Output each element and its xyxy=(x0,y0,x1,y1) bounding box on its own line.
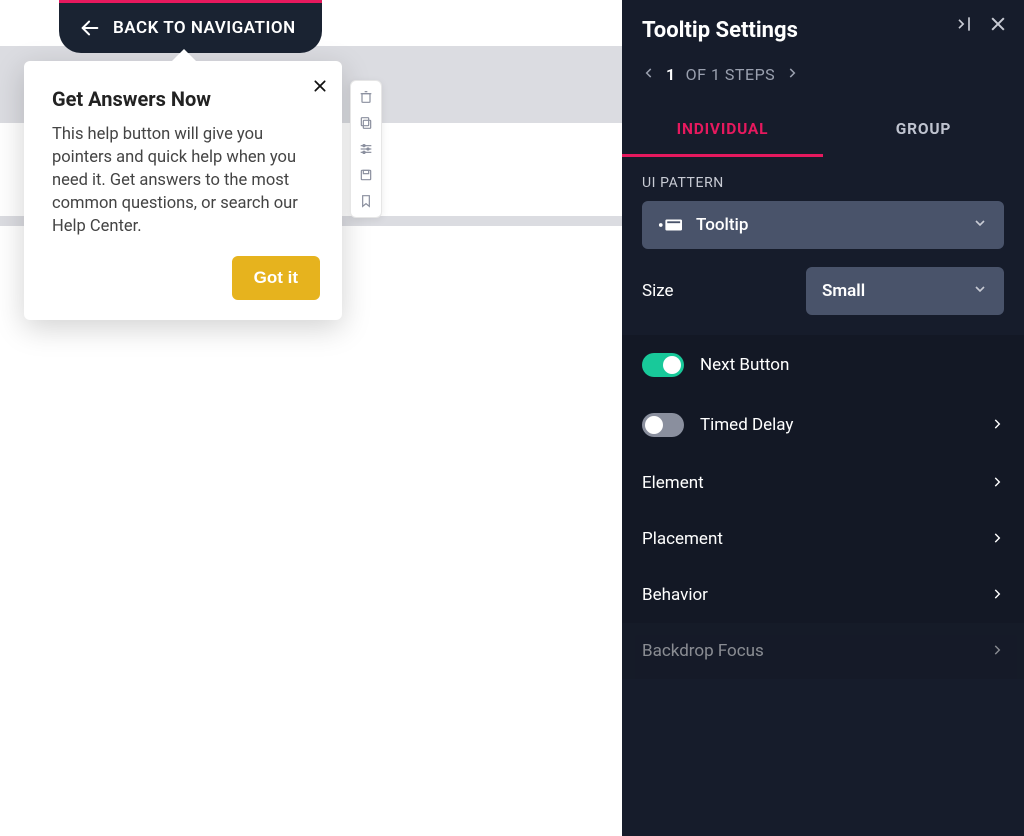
behavior-label: Behavior xyxy=(642,585,990,605)
placement-label: Placement xyxy=(642,529,990,549)
step-suffix: OF 1 STEPS xyxy=(686,65,776,84)
step-navigator: 1 OF 1 STEPS xyxy=(622,43,1024,84)
settings-panel: Tooltip Settings 1 OF 1 STEPS INDIVIDUAL… xyxy=(622,0,1024,836)
chevron-right-icon xyxy=(785,66,799,80)
size-section: Size Small xyxy=(622,249,1024,335)
close-tooltip-button[interactable] xyxy=(312,75,328,99)
timed-delay-toggle[interactable] xyxy=(642,413,684,437)
tooltip-icon xyxy=(658,216,682,234)
save-icon xyxy=(358,167,374,183)
size-value: Small xyxy=(822,281,865,301)
step-number: 1 xyxy=(666,65,676,84)
chevron-right-icon xyxy=(990,416,1004,435)
back-label: BACK TO NAVIGATION xyxy=(113,18,296,38)
ui-pattern-section: UI PATTERN Tooltip xyxy=(622,157,1024,249)
settings-list: Next Button Timed Delay Element Placemen… xyxy=(622,335,1024,679)
size-label: Size xyxy=(642,281,674,301)
delete-button[interactable] xyxy=(356,87,376,107)
next-button-setting[interactable]: Next Button xyxy=(622,335,1024,395)
tab-individual[interactable]: INDIVIDUAL xyxy=(622,104,823,157)
timed-delay-setting[interactable]: Timed Delay xyxy=(622,395,1024,455)
tooltip-title: Get Answers Now xyxy=(52,87,320,111)
close-panel-button[interactable] xyxy=(988,14,1008,34)
collapse-panel-button[interactable] xyxy=(954,14,974,34)
behavior-setting[interactable]: Behavior xyxy=(622,567,1024,623)
duplicate-button[interactable] xyxy=(356,113,376,133)
element-setting[interactable]: Element xyxy=(622,455,1024,511)
backdrop-focus-setting[interactable]: Backdrop Focus xyxy=(622,623,1024,679)
ui-pattern-dropdown[interactable]: Tooltip xyxy=(642,201,1004,249)
element-label: Element xyxy=(642,473,990,493)
chevron-right-icon xyxy=(990,642,1004,661)
tab-group[interactable]: GROUP xyxy=(823,104,1024,157)
back-to-navigation-button[interactable]: BACK TO NAVIGATION xyxy=(59,0,322,53)
ui-pattern-label: UI PATTERN xyxy=(642,175,1004,191)
prev-step-button[interactable] xyxy=(642,65,656,84)
settings-button[interactable] xyxy=(356,139,376,159)
tooltip-preview: Get Answers Now This help button will gi… xyxy=(24,61,342,320)
mini-toolbar xyxy=(350,80,382,218)
ui-pattern-value: Tooltip xyxy=(696,215,748,235)
size-dropdown[interactable]: Small xyxy=(806,267,1004,315)
copy-icon xyxy=(358,115,374,131)
bookmark-icon xyxy=(358,193,374,209)
placement-setting[interactable]: Placement xyxy=(622,511,1024,567)
timed-delay-label: Timed Delay xyxy=(700,415,990,435)
panel-header: Tooltip Settings xyxy=(622,0,1024,43)
next-step-button[interactable] xyxy=(785,65,799,84)
close-icon xyxy=(312,78,328,94)
panel-controls xyxy=(954,14,1008,34)
arrow-left-icon xyxy=(79,17,101,39)
sliders-icon xyxy=(358,141,374,157)
chevron-left-icon xyxy=(642,66,656,80)
panel-title: Tooltip Settings xyxy=(642,18,1004,43)
tabs: INDIVIDUAL GROUP xyxy=(622,104,1024,157)
trash-icon xyxy=(358,89,374,105)
bookmark-button[interactable] xyxy=(356,191,376,211)
tooltip-body: This help button will give you pointers … xyxy=(52,123,320,238)
close-icon xyxy=(988,14,1008,34)
next-button-toggle[interactable] xyxy=(642,353,684,377)
chevron-right-icon xyxy=(990,586,1004,605)
collapse-icon xyxy=(954,14,974,34)
chevron-down-icon xyxy=(972,281,988,301)
backdrop-focus-label: Backdrop Focus xyxy=(642,641,990,661)
canvas-area: BACK TO NAVIGATION Get Answers Now This … xyxy=(0,0,622,836)
chevron-down-icon xyxy=(972,215,988,235)
next-button-label: Next Button xyxy=(700,355,1004,375)
chevron-right-icon xyxy=(990,530,1004,549)
save-button[interactable] xyxy=(356,165,376,185)
chevron-right-icon xyxy=(990,474,1004,493)
got-it-button[interactable]: Got it xyxy=(232,256,320,300)
